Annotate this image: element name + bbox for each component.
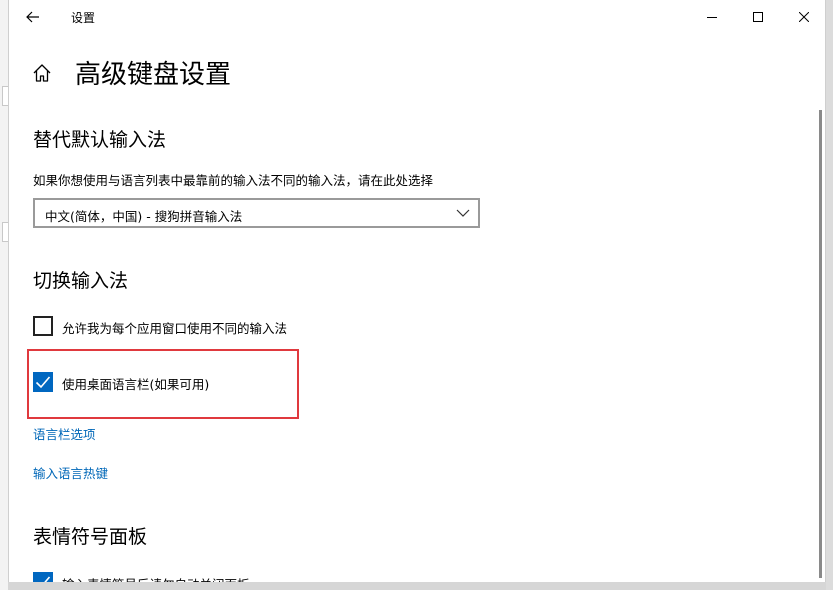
background-taskbar-strip [8,582,826,590]
dropdown-selected-value: 中文(简体，中国) - 搜狗拼音输入法 [45,209,243,224]
background-window-edge-right [826,0,833,590]
checkbox-unchecked[interactable] [33,316,53,336]
home-icon [33,64,51,82]
back-button[interactable] [17,2,49,32]
background-window-edge [0,0,9,590]
home-button[interactable] [31,62,53,84]
maximize-button[interactable] [735,0,781,34]
close-button[interactable] [781,0,825,34]
section-heading-override: 替代默认输入法 [33,129,167,151]
checkbox-checked[interactable] [33,572,53,582]
language-bar-options-link[interactable]: 语言栏选项 [33,424,96,443]
app-title: 设置 [71,11,96,25]
default-input-method-dropdown[interactable]: 中文(简体，中国) - 搜狗拼音输入法 [33,198,480,228]
minimize-button[interactable] [689,0,735,34]
input-language-hotkeys-link[interactable]: 输入语言热键 [33,463,108,482]
settings-window: 设置 高级键盘设置 替代默认输入法 如果你想使用与语言列表中最靠前的输入法不同的… [8,0,826,582]
section-heading-emoji: 表情符号面板 [33,526,148,548]
checkbox-label: 输入表情符号后请勿自动关闭面板 [62,574,250,582]
back-arrow-icon [26,11,39,23]
minimize-icon [707,17,717,18]
section-heading-switch: 切换输入法 [33,270,129,292]
title-bar: 设置 [9,0,825,34]
override-description: 如果你想使用与语言列表中最靠前的输入法不同的输入法，请在此处选择 [33,173,434,188]
close-icon [799,12,809,22]
chevron-down-icon [456,209,470,217]
maximize-icon [753,12,763,22]
checkmark-icon [37,576,51,582]
page-title: 高级键盘设置 [75,60,232,90]
checkbox-label: 允许我为每个应用窗口使用不同的输入法 [62,321,288,336]
annotation-highlight-box [27,349,299,419]
vertical-scrollbar[interactable] [819,110,822,578]
